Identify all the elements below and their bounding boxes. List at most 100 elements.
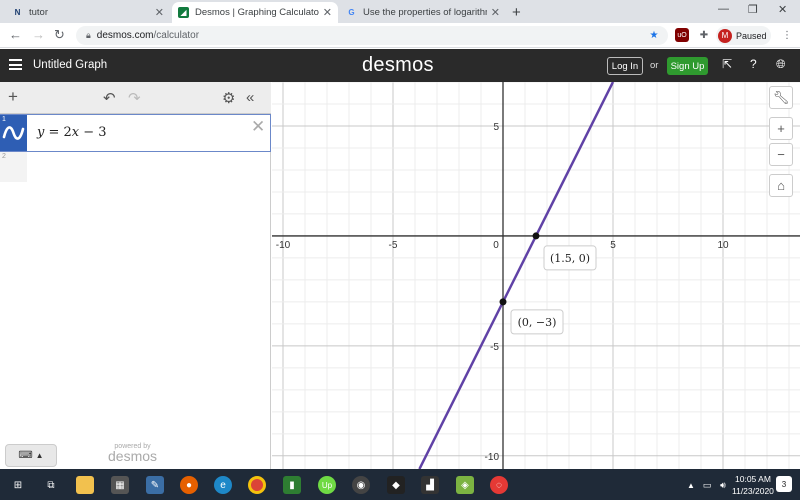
app-icon[interactable]: ✎: [146, 476, 164, 494]
math-equals: = 2: [44, 125, 72, 140]
forward-icon[interactable]: →: [32, 27, 45, 42]
tab-title: tutor: [29, 7, 49, 18]
x-tick-label: 10: [717, 240, 729, 251]
back-icon[interactable]: ←: [9, 27, 22, 42]
menu-dots-icon[interactable]: ⋮: [780, 28, 794, 42]
language-globe-icon[interactable]: 🌐︎: [776, 57, 786, 72]
graph-line-y-2x-3: [418, 81, 615, 470]
upwork-icon[interactable]: Up: [318, 476, 336, 494]
sine-wave-icon: [2, 126, 25, 140]
zoom-in-button[interactable]: +: [769, 117, 793, 140]
delete-expression-icon[interactable]: ✕: [251, 117, 265, 137]
x-tick-label: -10: [276, 240, 291, 251]
app-icon[interactable]: ◉: [352, 476, 370, 494]
app-icon[interactable]: ▟: [421, 476, 439, 494]
tab-tutor[interactable]: N tutor ✕: [6, 2, 170, 23]
new-tab-button[interactable]: +: [512, 4, 521, 21]
address-bar[interactable]: 🔒︎ desmos.com/calculator: [76, 26, 668, 45]
expression-index: 1: [2, 116, 6, 123]
clock-date: 11/23/2020: [732, 486, 774, 496]
caret-up-icon: ▲: [35, 451, 44, 460]
tab-logarithms[interactable]: G Use the properties of logarithms ✕: [340, 2, 506, 23]
extensions-icon[interactable]: ✚: [697, 28, 711, 42]
close-tab-icon[interactable]: ✕: [323, 6, 332, 19]
app-icon[interactable]: ◌: [490, 476, 508, 494]
bookmark-star-icon[interactable]: ★: [647, 28, 661, 42]
x-tick-label: 0: [493, 240, 499, 251]
hamburger-menu-icon[interactable]: [9, 59, 22, 70]
tab-desmos[interactable]: ◢ Desmos | Graphing Calculator ✕: [172, 2, 338, 23]
powered-by-desmos: powered by desmos: [108, 443, 157, 464]
url-domain: desmos.com: [96, 30, 154, 41]
point-label: (0, −3): [518, 316, 557, 329]
y-tick-label: 5: [493, 122, 499, 133]
expression-math[interactable]: y = 2x − 3: [37, 125, 107, 140]
profile-status: Paused: [736, 30, 767, 41]
tab-title: Desmos | Graphing Calculator: [195, 7, 319, 18]
keypad-toggle-button[interactable]: ⌨ ▲: [5, 444, 57, 467]
url-path: /calculator: [153, 30, 200, 41]
close-window-icon[interactable]: ✕: [778, 3, 787, 16]
calculator-icon[interactable]: ▦: [111, 476, 129, 494]
expression-color-gutter[interactable]: 1: [0, 115, 27, 151]
share-icon[interactable]: ⇱: [722, 57, 732, 71]
firefox-icon[interactable]: ●: [180, 476, 198, 494]
close-tab-icon[interactable]: ✕: [491, 6, 500, 19]
reload-icon[interactable]: ↻: [54, 27, 65, 43]
undo-icon[interactable]: ↶: [103, 89, 116, 107]
notifications-icon[interactable]: 3: [776, 476, 792, 492]
zoom-out-button[interactable]: −: [769, 143, 793, 166]
nearpod-icon: N: [14, 8, 21, 17]
add-item-icon[interactable]: +: [8, 87, 18, 107]
ublock-icon[interactable]: uO: [675, 28, 689, 42]
graph-paper[interactable]: -10 -5 0 5 10 5 -5 -10 (1.5, 0) (0, −3) 🔧︎ + − ⌂: [272, 81, 800, 470]
avatar: M: [718, 28, 732, 43]
point-label: (1.5, 0): [550, 252, 590, 265]
login-button[interactable]: Log In: [607, 57, 643, 75]
expression-row[interactable]: 1 y = 2x − 3 ✕: [0, 114, 271, 152]
graph-title[interactable]: Untitled Graph: [33, 59, 107, 71]
expression-index: 2: [2, 153, 6, 160]
powered-by-logo: desmos: [108, 448, 158, 464]
app-icon[interactable]: ◆: [387, 476, 405, 494]
redo-icon[interactable]: ↷: [128, 89, 141, 107]
graph-settings-wrench-icon[interactable]: 🔧︎: [769, 86, 793, 109]
windows-taskbar: ⊞ ⧉ ▦ ✎ ● e ▮ Up ◉ ◆ ▟ ◈ ◌ ▲ ▭ 🔊︎ 10:05 …: [0, 469, 800, 500]
keyboard-icon: ⌨: [18, 450, 33, 461]
taskbar-clock[interactable]: 10:05 AM 11/23/2020: [732, 473, 774, 497]
task-view-icon[interactable]: ⧉: [42, 476, 60, 494]
browser-tab-strip: N tutor ✕ ◢ Desmos | Graphing Calculator…: [0, 0, 800, 23]
close-tab-icon[interactable]: ✕: [155, 6, 164, 19]
default-view-home-icon[interactable]: ⌂: [769, 174, 793, 197]
edge-icon[interactable]: e: [214, 476, 232, 494]
browser-toolbar: ← → ↻ 🔒︎ desmos.com/calculator ★ uO ✚ M …: [0, 23, 800, 48]
settings-gear-icon[interactable]: ⚙: [222, 89, 235, 107]
desmos-logo: desmos: [362, 54, 434, 76]
app-icon[interactable]: ◈: [456, 476, 474, 494]
windows-start-icon[interactable]: ⊞: [9, 476, 27, 494]
profile-button[interactable]: M Paused: [716, 26, 771, 45]
x-tick-label: 5: [610, 240, 616, 251]
google-icon: G: [348, 8, 355, 17]
expression-toolbar: + ↶ ↷ ⚙ «: [0, 82, 271, 114]
lock-icon: 🔒︎: [86, 30, 91, 40]
help-icon[interactable]: ?: [750, 57, 757, 71]
maximize-icon[interactable]: ❐: [748, 3, 758, 16]
empty-expression-row[interactable]: 2: [0, 152, 27, 182]
screen: N tutor ✕ ◢ Desmos | Graphing Calculator…: [0, 0, 800, 500]
desmos-icon: ◢: [178, 7, 189, 18]
math-rest: − 3: [79, 125, 107, 140]
y-tick-label: -5: [490, 342, 499, 353]
graph-canvas[interactable]: -10 -5 0 5 10 5 -5 -10 (1.5, 0) (0, −3): [272, 81, 800, 470]
desmos-header: Untitled Graph desmos Log In or Sign Up …: [0, 49, 800, 82]
volume-icon[interactable]: 🔊︎: [714, 476, 732, 494]
minimize-icon[interactable]: —: [718, 3, 729, 15]
app-icon[interactable]: ▮: [283, 476, 301, 494]
signup-button[interactable]: Sign Up: [667, 57, 708, 75]
collapse-panel-icon[interactable]: «: [246, 89, 254, 106]
clock-time: 10:05 AM: [735, 474, 771, 484]
x-tick-label: -5: [389, 240, 398, 251]
file-explorer-icon[interactable]: [76, 476, 94, 494]
chrome-icon[interactable]: [248, 476, 266, 494]
tab-title: Use the properties of logarithms: [363, 7, 487, 18]
